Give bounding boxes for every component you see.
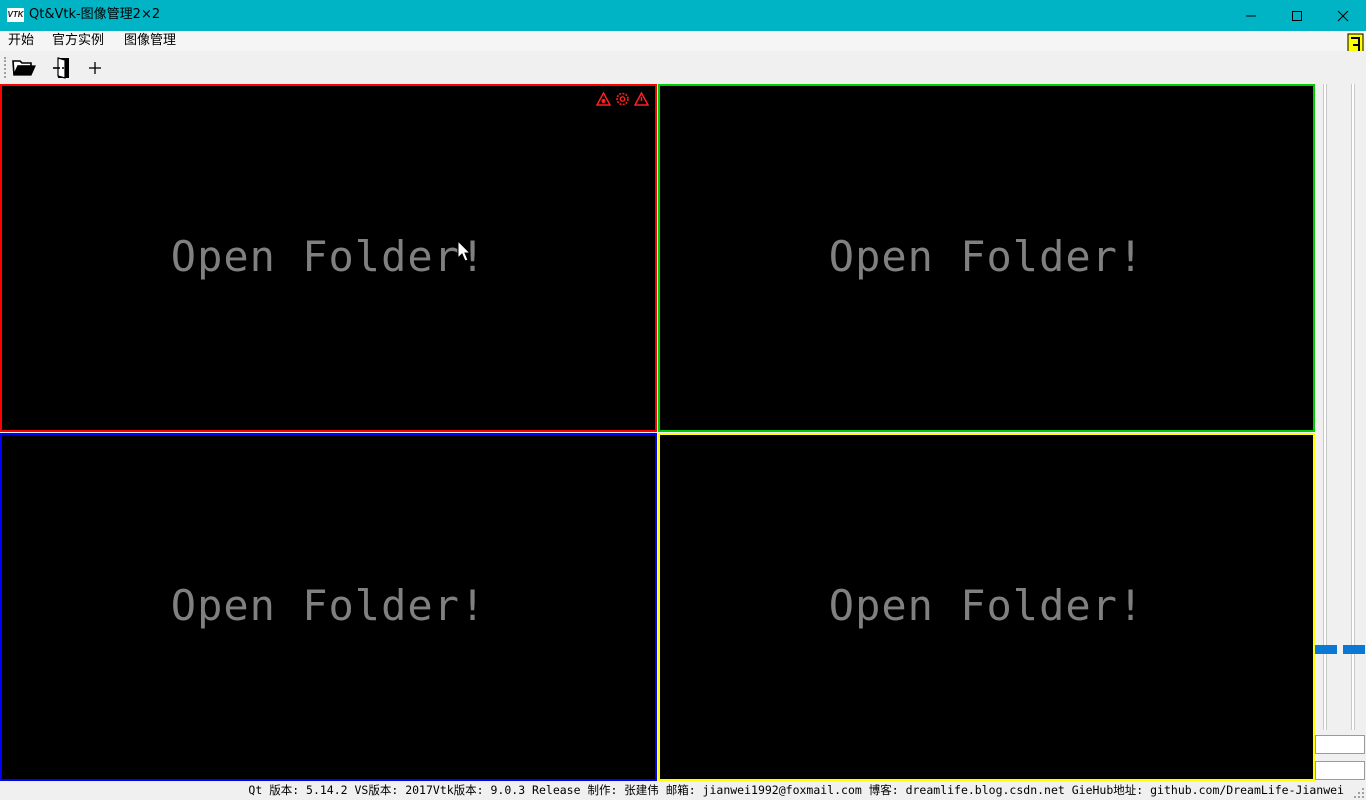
side-input-top[interactable] [1315, 735, 1365, 754]
slider-left-handle[interactable] [1315, 645, 1337, 654]
slider-right-handle[interactable] [1343, 645, 1365, 654]
viewport-message: Open Folder! [170, 581, 487, 630]
viewport-toolbar [596, 92, 649, 106]
side-input-bottom[interactable] [1315, 761, 1365, 780]
viewport-top-right[interactable]: Open Folder! [658, 84, 1315, 432]
status-bar: Qt 版本: 5.14.2 VS版本: 2017Vtk版本: 9.0.3 Rel… [0, 781, 1366, 800]
slider-right-track[interactable] [1351, 84, 1355, 730]
triangle-icon[interactable] [596, 92, 611, 106]
viewport-message: Open Folder! [828, 232, 1145, 281]
exit-door-icon [53, 56, 69, 79]
maximize-icon [1292, 10, 1302, 21]
gear-icon[interactable] [615, 92, 630, 106]
menu-bar: 开始 官方实例 图像管理 [0, 31, 1366, 51]
app-icon: VTK [7, 8, 24, 22]
viewport-bottom-left[interactable]: Open Folder! [0, 433, 657, 781]
open-folder-button[interactable] [11, 55, 37, 80]
plus-icon [89, 61, 101, 74]
slider-left-track[interactable] [1323, 84, 1327, 730]
folder-open-icon [12, 59, 36, 76]
warning-icon[interactable] [634, 92, 649, 106]
menu-image-management[interactable]: 图像管理 [124, 32, 176, 50]
maximize-button[interactable] [1274, 0, 1320, 31]
minimize-button[interactable] [1228, 0, 1274, 31]
close-icon [1337, 10, 1349, 21]
window-title: Qt&Vtk-图像管理2×2 [29, 7, 161, 22]
toolbar [0, 51, 1366, 84]
viewport-message: Open Folder! [828, 581, 1145, 630]
menu-start[interactable]: 开始 [8, 32, 34, 50]
minimize-icon [1246, 15, 1256, 16]
status-text: Qt 版本: 5.14.2 VS版本: 2017Vtk版本: 9.0.3 Rel… [248, 783, 1344, 797]
close-button[interactable] [1320, 0, 1366, 31]
add-button[interactable] [82, 55, 108, 80]
exit-button[interactable] [49, 55, 75, 80]
resize-grip-icon[interactable] [1353, 787, 1364, 798]
viewport-message: Open Folder! [170, 232, 487, 281]
menu-official-examples[interactable]: 官方实例 [52, 32, 104, 50]
viewport-top-left[interactable]: Open Folder! [0, 84, 657, 432]
title-bar[interactable]: VTK Qt&Vtk-图像管理2×2 [0, 0, 1366, 31]
toolbar-grip[interactable] [4, 57, 6, 78]
viewport-bottom-right[interactable]: Open Folder! [658, 433, 1315, 781]
mouse-cursor-icon [457, 240, 471, 262]
